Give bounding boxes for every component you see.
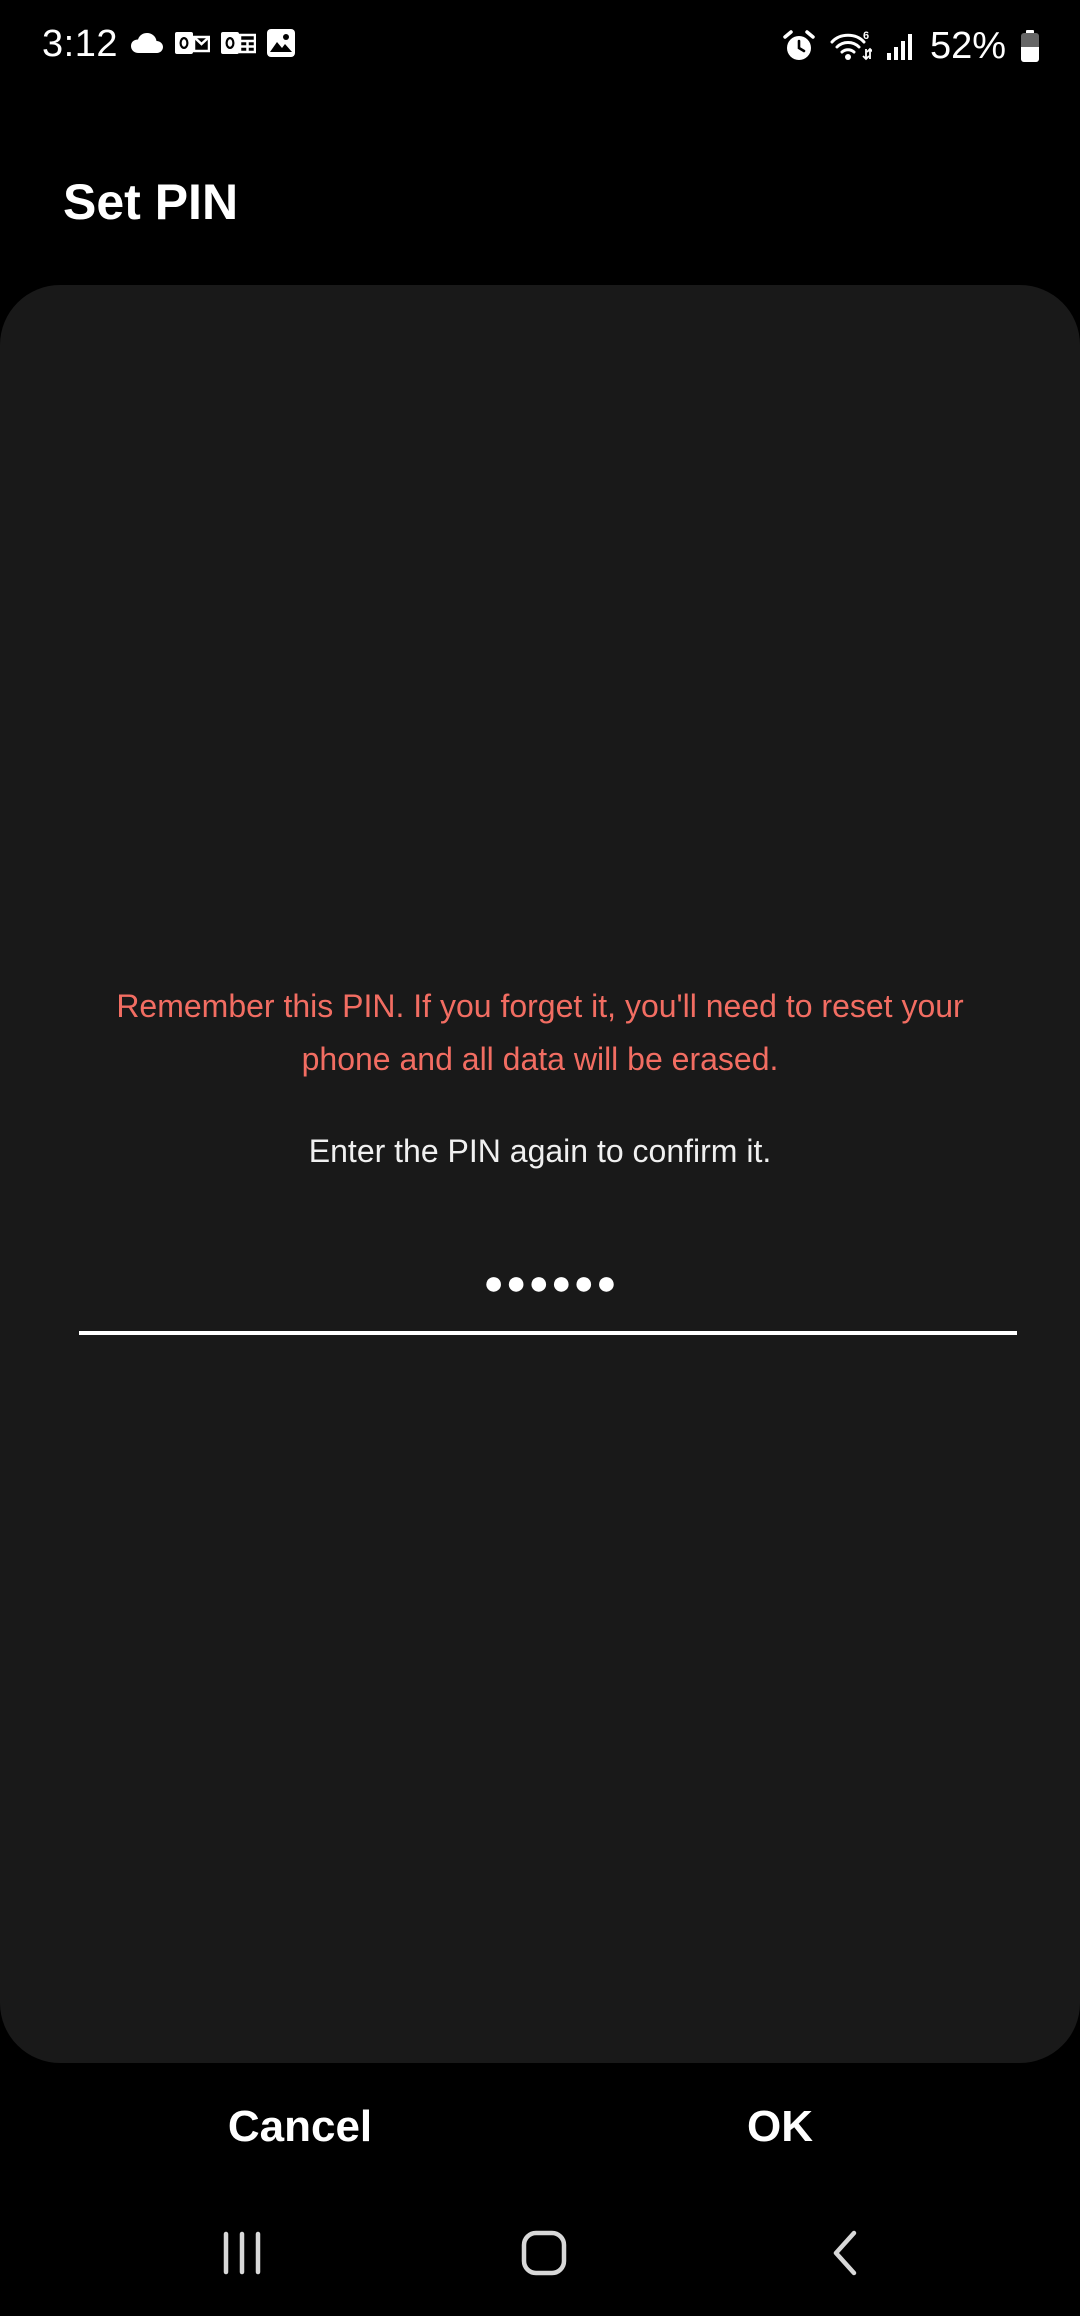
status-right-group: 6 52% [782,20,1040,72]
gallery-icon [267,29,295,57]
pin-input-field[interactable]: ●●●●●● [79,1235,1017,1335]
battery-percent: 52% [929,25,1006,67]
signal-icon [886,34,912,60]
instruction-message: Enter the PIN again to confirm it. [308,1133,772,1169]
cancel-button[interactable]: Cancel [200,2092,400,2162]
back-icon [833,2230,857,2276]
navigation-bar [0,2190,1080,2316]
battery-icon [1021,30,1039,62]
home-button[interactable] [484,2190,604,2316]
pin-masked-value: ●●●●●● [483,1263,619,1302]
pin-card [0,285,1080,2063]
ok-button[interactable]: OK [700,2092,860,2162]
outlook-icon [175,32,210,54]
home-icon [521,2230,567,2276]
wifi-icon: 6 [830,30,872,61]
notification-icons [130,28,296,58]
alarm-icon [783,30,815,60]
status-time: 3:12 [42,23,118,65]
page-title: Set PIN [63,174,239,230]
svg-text:6: 6 [863,30,869,42]
cloud-icon [131,33,163,53]
back-button[interactable] [786,2190,906,2316]
status-bar: 3:12 6 52% [0,0,1080,92]
warning-message: Remember this PIN. If you forget it, you… [116,988,964,1077]
recent-apps-button[interactable] [182,2190,302,2316]
outlook-calendar-icon [221,32,256,54]
recent-apps-icon [223,2231,261,2275]
